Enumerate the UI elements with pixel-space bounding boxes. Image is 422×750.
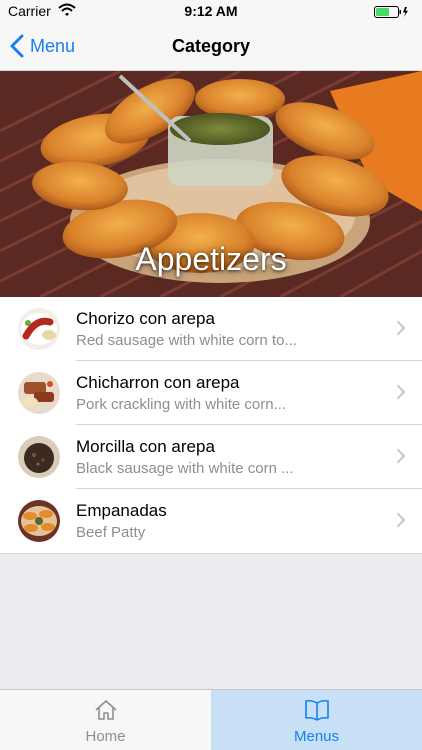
- item-name: Chicharron con arepa: [76, 373, 240, 392]
- navigation-bar: Menu Category: [0, 22, 422, 71]
- list-item[interactable]: Chicharron con arepa Pork crackling with…: [0, 361, 422, 425]
- page-title: Category: [171, 36, 251, 56]
- tab-home[interactable]: Home: [0, 690, 211, 750]
- chevron-right-icon: [397, 513, 406, 527]
- category-hero-image: Appetizers: [0, 71, 422, 297]
- empanadas-thumbnail: [18, 500, 60, 542]
- house-icon: [0, 699, 211, 726]
- list-item[interactable]: Chorizo con arepa Red sausage with white…: [0, 297, 422, 361]
- tab-menus[interactable]: Menus: [211, 690, 422, 750]
- battery-icon: [374, 5, 410, 21]
- chorizo-thumbnail: [18, 308, 60, 350]
- category-title: Appetizers: [135, 241, 287, 277]
- item-description: Black sausage with white corn ...: [76, 460, 294, 477]
- chevron-right-icon: [397, 321, 406, 335]
- morcilla-thumbnail: [18, 436, 60, 478]
- item-name: Morcilla con arepa: [76, 437, 215, 456]
- status-time: 9:12 AM: [184, 3, 238, 19]
- list-item[interactable]: Morcilla con arepa Black sausage with wh…: [0, 425, 422, 489]
- item-description: Beef Patty: [76, 524, 146, 541]
- item-description: Red sausage with white corn to...: [76, 332, 297, 349]
- item-name: Chorizo con arepa: [76, 309, 215, 328]
- item-description: Pork crackling with white corn...: [76, 396, 287, 413]
- tab-bar: Home Menus: [0, 689, 422, 750]
- item-name: Empanadas: [76, 501, 167, 520]
- status-bar: Carrier 9:12 AM: [0, 0, 422, 22]
- tab-menus-label: Menus: [293, 728, 340, 745]
- tab-home-label: Home: [85, 728, 126, 745]
- chevron-right-icon: [397, 449, 406, 463]
- book-icon: [211, 699, 422, 726]
- chevron-right-icon: [397, 385, 406, 399]
- chicharron-thumbnail: [18, 372, 60, 414]
- menu-item-list: Chorizo con arepa Red sausage with white…: [0, 297, 422, 554]
- list-item[interactable]: Empanadas Beef Patty: [0, 489, 422, 553]
